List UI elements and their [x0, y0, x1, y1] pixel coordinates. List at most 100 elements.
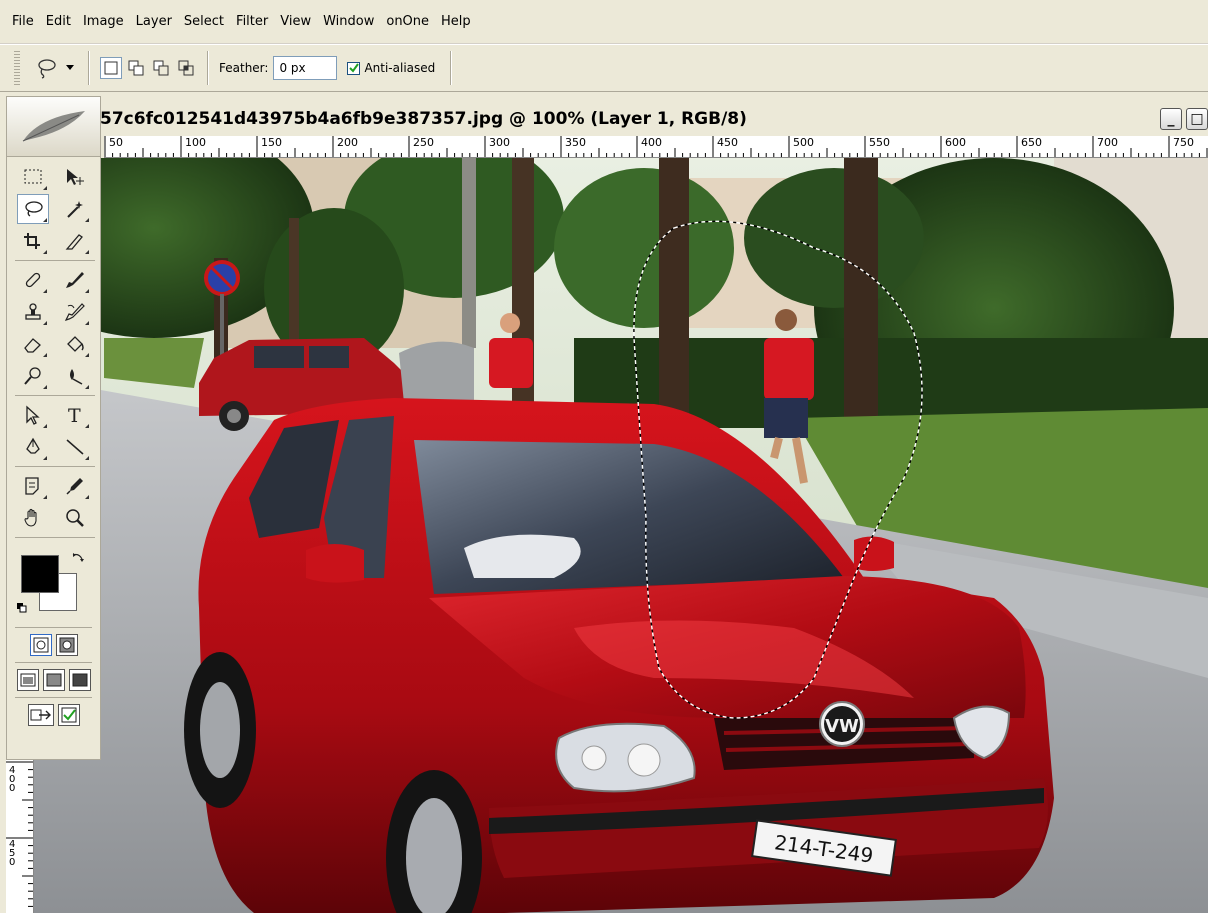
ruler-label: 300	[489, 136, 510, 149]
options-grip[interactable]	[14, 51, 20, 85]
menu-bar: File Edit Image Layer Select Filter View…	[0, 0, 1208, 44]
subtract-selection-button[interactable]	[150, 57, 172, 79]
tool-hand[interactable]	[17, 503, 49, 533]
full-screen-button[interactable]	[68, 669, 91, 691]
lasso-icon	[38, 59, 56, 79]
menu-onone[interactable]: onOne	[380, 0, 435, 44]
tool-dodge[interactable]	[17, 361, 49, 391]
ruler-label: 650	[1021, 136, 1042, 149]
ruler-label: 550	[869, 136, 890, 149]
vertical-ruler[interactable]: 400 450	[6, 760, 34, 913]
zoom-icon	[66, 509, 84, 527]
tool-blur[interactable]	[59, 361, 91, 391]
toolbox-header[interactable]	[7, 97, 100, 157]
foreground-color[interactable]	[21, 555, 59, 593]
tool-separator	[15, 627, 92, 628]
tool-healing-brush[interactable]	[17, 265, 49, 295]
type-icon: T	[68, 405, 81, 425]
path-selection-icon	[26, 405, 40, 425]
intersect-selection-button[interactable]	[175, 57, 197, 79]
image-canvas[interactable]: VW 214-T-249	[34, 158, 1208, 913]
tool-zoom[interactable]	[59, 503, 91, 533]
document-title: 57c6fc012541d43975b4a6fb9e387357.jpg @ 1…	[100, 109, 747, 129]
tool-separator	[15, 697, 92, 698]
tool-preset-picker[interactable]	[30, 57, 78, 79]
tool-path-selection[interactable]	[17, 400, 49, 430]
subtract-selection-icon	[153, 60, 169, 76]
brush-icon	[66, 272, 84, 288]
ruler-label: 750	[1173, 136, 1194, 149]
eyedropper-icon	[66, 478, 83, 495]
ruler-label: 150	[261, 136, 282, 149]
selection-modes	[100, 57, 197, 79]
crop-icon	[24, 233, 40, 249]
notes-icon	[25, 477, 39, 495]
separator	[450, 51, 453, 85]
menu-edit[interactable]: Edit	[40, 0, 77, 44]
tool-eraser[interactable]	[17, 329, 49, 359]
full-screen-menu-button[interactable]	[42, 669, 65, 691]
tool-grid: T	[7, 157, 100, 545]
horizontal-ruler[interactable]: 50 100 150 200 250 300 350 400 450 500 5…	[104, 136, 1208, 158]
standard-mode-icon	[33, 637, 48, 653]
tool-move[interactable]	[59, 162, 91, 192]
ruler-label: 200	[337, 136, 358, 149]
document-window: 57c6fc012541d43975b4a6fb9e387357.jpg @ 1…	[0, 96, 1208, 913]
new-selection-button[interactable]	[100, 57, 122, 79]
window-controls: _ □	[1160, 108, 1208, 130]
screen-mode-buttons	[7, 669, 100, 691]
checkmark-plugin-button[interactable]	[57, 704, 80, 726]
color-swatches	[15, 551, 92, 621]
quick-mask-button[interactable]	[55, 634, 78, 656]
menu-view[interactable]: View	[274, 0, 317, 44]
feather-label: Feather:	[219, 61, 269, 75]
standard-mode-button[interactable]	[29, 634, 52, 656]
marquee-icon	[24, 169, 42, 184]
tool-notes[interactable]	[17, 471, 49, 501]
minimize-button[interactable]: _	[1160, 108, 1182, 130]
menu-help[interactable]: Help	[435, 0, 477, 44]
paint-bucket-icon	[67, 336, 84, 352]
standard-screen-button[interactable]	[16, 669, 39, 691]
maximize-button[interactable]: □	[1186, 108, 1208, 130]
anti-aliased-checkbox[interactable]	[347, 61, 361, 75]
tool-clone-stamp[interactable]	[17, 297, 49, 327]
swap-colors-icon[interactable]	[71, 551, 85, 565]
menu-layer[interactable]: Layer	[130, 0, 178, 44]
ruler-label: 400	[9, 765, 16, 794]
full-screen-icon	[72, 673, 87, 687]
tool-slice[interactable]	[59, 226, 91, 256]
tool-marquee[interactable]	[17, 162, 49, 192]
line-icon	[66, 439, 84, 455]
chevron-down-icon	[66, 65, 74, 70]
tool-line[interactable]	[59, 432, 91, 462]
feather-input[interactable]	[273, 56, 338, 80]
tool-pen[interactable]	[17, 432, 49, 462]
tool-history-brush[interactable]	[59, 297, 91, 327]
tool-eyedropper[interactable]	[59, 471, 91, 501]
quick-mask-buttons	[7, 634, 100, 656]
default-colors-icon[interactable]	[17, 603, 27, 613]
hand-icon	[24, 508, 37, 527]
ruler-label: 600	[945, 136, 966, 149]
history-brush-icon	[64, 303, 85, 321]
maximize-icon: □	[1190, 111, 1204, 127]
tool-paint-bucket[interactable]	[59, 329, 91, 359]
tool-brush[interactable]	[59, 265, 91, 295]
tool-separator	[15, 466, 95, 467]
menu-window[interactable]: Window	[317, 0, 380, 44]
add-selection-button[interactable]	[125, 57, 147, 79]
document-title-bar[interactable]: 57c6fc012541d43975b4a6fb9e387357.jpg @ 1…	[100, 104, 1208, 134]
tool-lasso[interactable]	[17, 194, 49, 224]
full-screen-menu-icon	[46, 673, 61, 687]
menu-select[interactable]: Select	[178, 0, 230, 44]
menu-image[interactable]: Image	[77, 0, 130, 44]
menu-filter[interactable]: Filter	[230, 0, 274, 44]
new-selection-icon	[104, 61, 118, 75]
tool-magic-wand[interactable]	[59, 194, 91, 224]
tool-type[interactable]: T	[59, 400, 91, 430]
ruler-label: 100	[185, 136, 206, 149]
jump-to-imageready-button[interactable]	[27, 704, 54, 726]
tool-crop[interactable]	[17, 226, 49, 256]
menu-file[interactable]: File	[6, 0, 40, 44]
